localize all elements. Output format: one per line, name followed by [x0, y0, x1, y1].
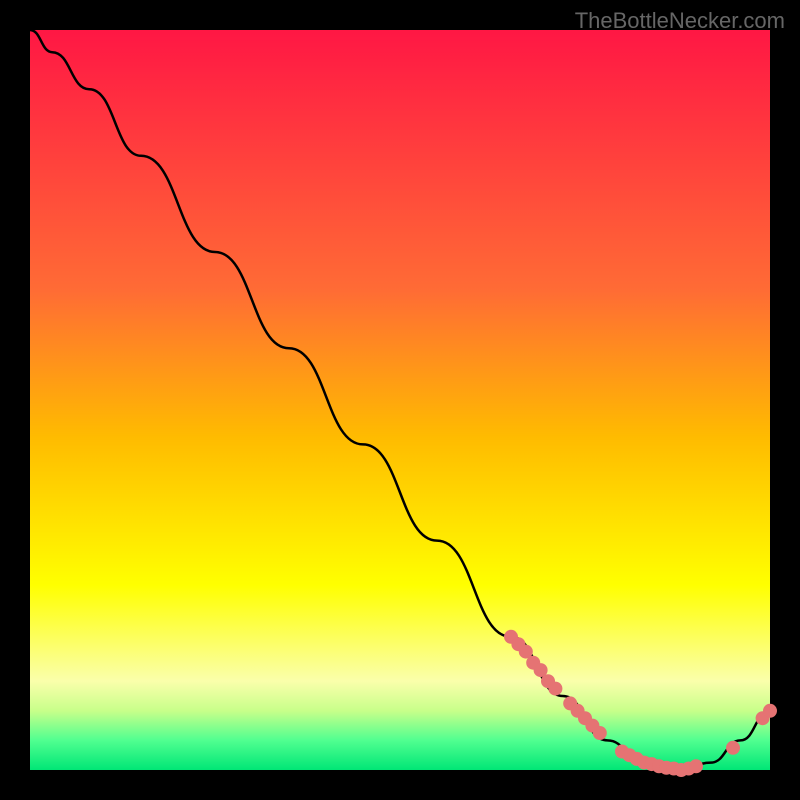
data-marker — [548, 682, 562, 696]
plot-background — [30, 30, 770, 770]
data-marker — [689, 759, 703, 773]
bottleneck-chart — [0, 0, 800, 800]
chart-container: TheBottleNecker.com — [0, 0, 800, 800]
watermark-text: TheBottleNecker.com — [575, 8, 785, 34]
data-marker — [763, 704, 777, 718]
data-marker — [726, 741, 740, 755]
data-marker — [593, 726, 607, 740]
